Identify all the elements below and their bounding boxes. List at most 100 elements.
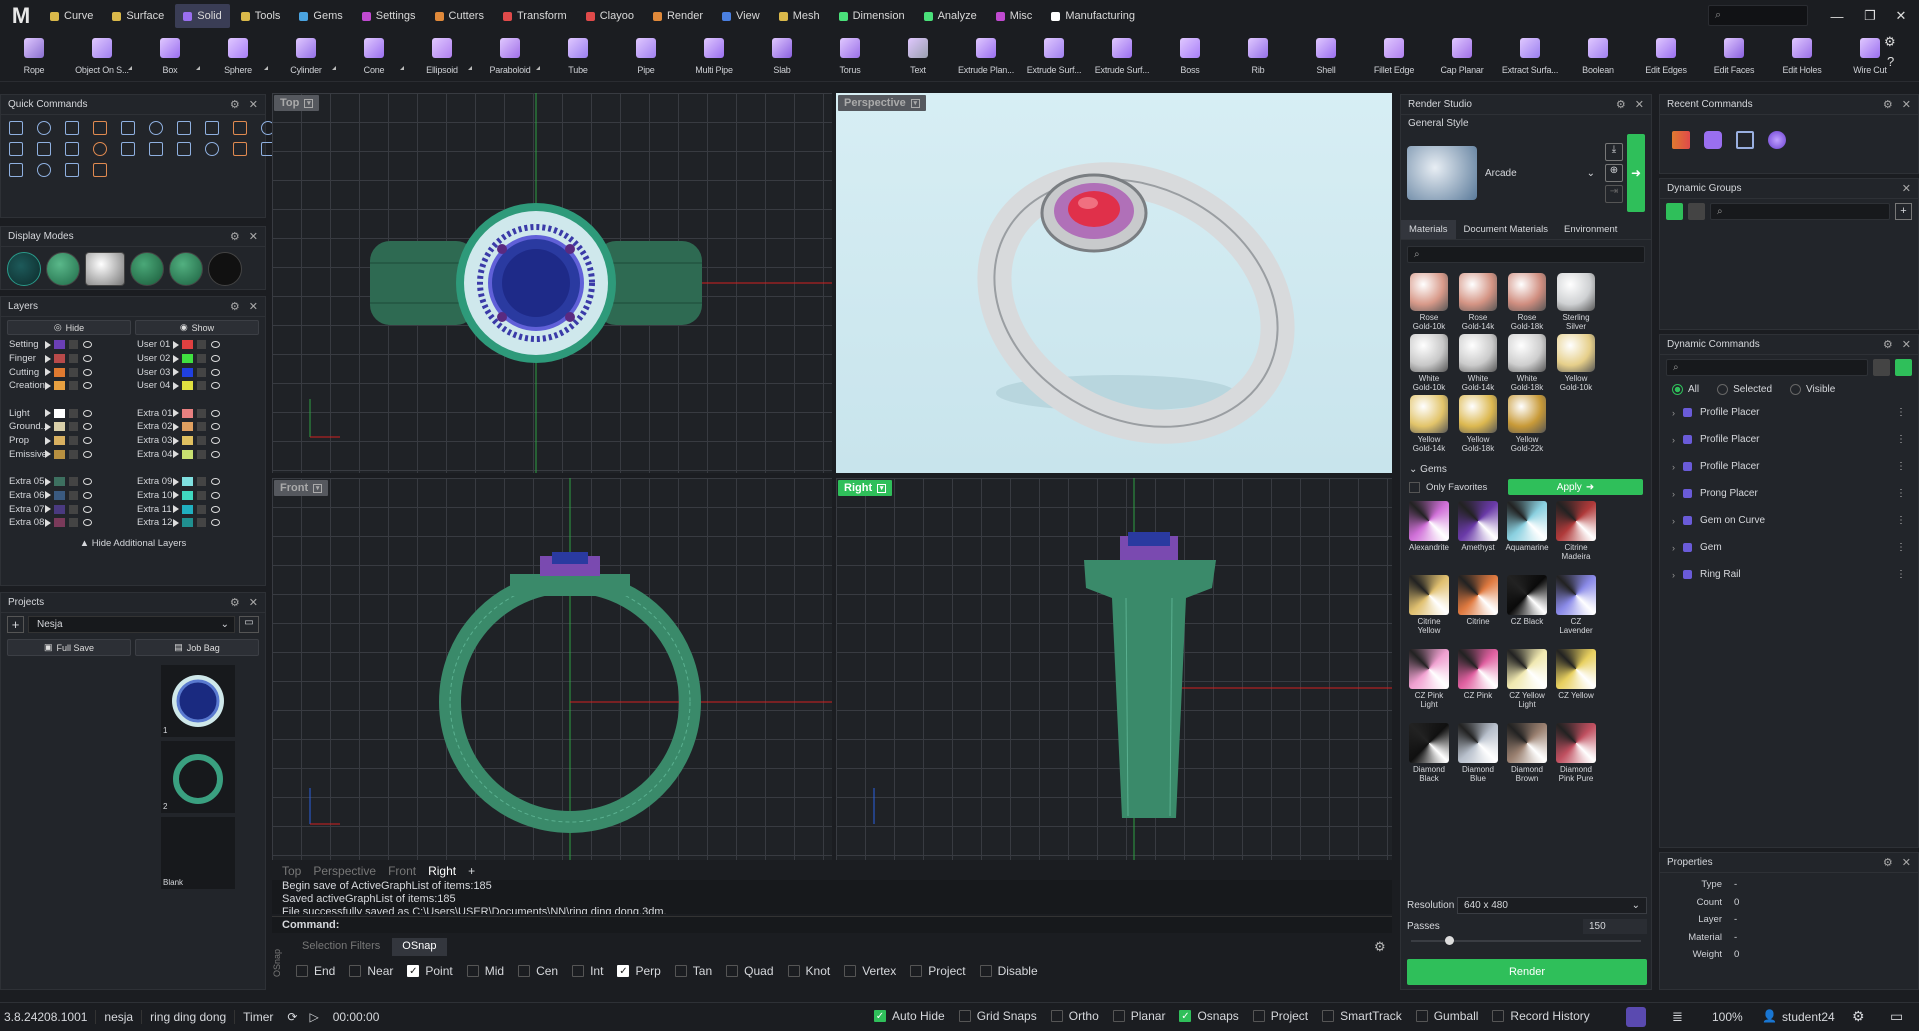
tool-cone[interactable]: Cone	[340, 32, 408, 82]
resolution-select[interactable]: 640 x 480 ⌄	[1457, 897, 1647, 914]
refresh-icon[interactable]: ⟳	[281, 1010, 303, 1024]
tab-document-materials[interactable]: Document Materials	[1456, 220, 1556, 239]
tool-extract-surfa-[interactable]: Extract Surfa...	[1496, 32, 1564, 82]
expand-arrow-icon[interactable]	[173, 381, 179, 390]
layer-row[interactable]: Light	[1, 406, 129, 420]
menu-misc[interactable]: Misc	[988, 4, 1041, 28]
osnap-settings-gear-icon[interactable]: ⚙	[1374, 939, 1386, 955]
layer-row[interactable]: Finger	[1, 352, 129, 366]
menu-curve[interactable]: Curve	[42, 4, 101, 28]
app-icon[interactable]	[1626, 1007, 1646, 1027]
more-vertical-icon[interactable]: ⋮	[1896, 515, 1906, 526]
osnap-near-checkbox[interactable]: Near	[349, 964, 393, 978]
lock-icon[interactable]	[197, 381, 206, 391]
materials-search-input[interactable]: ⌕	[1407, 246, 1645, 263]
material-swatch[interactable]: Rose Gold-14k	[1458, 273, 1498, 332]
eye-icon[interactable]	[83, 491, 92, 499]
gem-swatch[interactable]: CZ Pink Light	[1409, 649, 1449, 719]
full-save-button[interactable]: ▣ Full Save	[7, 639, 131, 656]
grid-view-icon[interactable]	[1688, 203, 1705, 220]
eye-icon[interactable]	[83, 409, 92, 417]
expand-arrow-icon[interactable]	[45, 354, 51, 363]
osnap-cen-checkbox[interactable]: Cen	[518, 964, 558, 978]
eye-icon[interactable]	[211, 437, 220, 445]
eye-icon[interactable]	[211, 368, 220, 376]
close-icon[interactable]: ✕	[249, 98, 258, 111]
filter-visible-radio[interactable]: Visible	[1790, 384, 1835, 395]
layer-row[interactable]: Extra 05	[1, 475, 129, 489]
material-swatch[interactable]: Yellow Gold-10k	[1556, 334, 1596, 393]
view-tab-right[interactable]: Right	[428, 864, 456, 878]
expand-arrow-icon[interactable]	[173, 505, 179, 514]
chevron-right-icon[interactable]: ›	[1672, 408, 1675, 418]
gear-icon[interactable]: ⚙	[230, 300, 240, 313]
style-select[interactable]: Arcade ⌄	[1481, 168, 1601, 179]
xray-mode-icon[interactable]	[169, 252, 203, 286]
gem-swatch[interactable]: Citrine	[1458, 575, 1498, 645]
eye-icon[interactable]	[83, 382, 92, 390]
layer-color-swatch[interactable]	[54, 354, 65, 364]
expand-arrow-icon[interactable]	[45, 518, 51, 527]
lock-icon[interactable]	[197, 477, 206, 487]
gem-swatch[interactable]: CZ Pink	[1458, 649, 1498, 719]
osnap-vertex-checkbox[interactable]: Vertex	[844, 964, 896, 978]
close-icon[interactable]: ✕	[1902, 182, 1911, 195]
layer-color-swatch[interactable]	[182, 436, 193, 446]
layer-row[interactable]: Extra 07	[1, 502, 129, 516]
ghosted-mode-icon[interactable]	[130, 252, 164, 286]
layer-color-swatch[interactable]	[54, 449, 65, 459]
quick-command-icon[interactable]	[9, 121, 23, 135]
osnap-mid-checkbox[interactable]: Mid	[466, 964, 504, 978]
user-icon[interactable]: 👤	[1762, 1009, 1777, 1023]
quick-command-icon[interactable]	[65, 163, 79, 177]
lock-icon[interactable]	[69, 477, 78, 487]
gem-swatch[interactable]: Diamond Pink Pure	[1556, 723, 1596, 793]
close-icon[interactable]: ✕	[1902, 856, 1911, 869]
dynamic-command-item[interactable]: › Profile Placer ⋮	[1660, 399, 1918, 426]
technical-mode-icon[interactable]	[208, 252, 242, 286]
tool-edit-edges[interactable]: Edit Edges	[1632, 32, 1700, 82]
gem-swatch[interactable]: Amethyst	[1458, 501, 1498, 571]
add-group-button[interactable]: +	[1895, 203, 1912, 220]
play-icon[interactable]: ▷	[303, 1010, 324, 1024]
toggle-smarttrack[interactable]: SmartTrack	[1322, 1009, 1402, 1023]
expand-arrow-icon[interactable]	[173, 436, 179, 445]
filter-all-radio[interactable]: All	[1672, 384, 1699, 395]
expand-arrow-icon[interactable]	[173, 368, 179, 377]
layer-color-swatch[interactable]	[182, 490, 193, 500]
layer-color-swatch[interactable]	[54, 422, 65, 432]
layer-color-swatch[interactable]	[182, 449, 193, 459]
flyout-arrow-icon[interactable]	[196, 66, 200, 70]
gem-swatch[interactable]: CZ Yellow Light	[1507, 649, 1547, 719]
lock-icon[interactable]	[197, 449, 206, 459]
more-vertical-icon[interactable]: ⋮	[1896, 461, 1906, 472]
tool-rib[interactable]: Rib	[1224, 32, 1292, 82]
layer-row[interactable]: Ground...	[1, 420, 129, 434]
dynamic-command-item[interactable]: › Prong Placer ⋮	[1660, 480, 1918, 507]
filter-selected-radio[interactable]: Selected	[1717, 384, 1772, 395]
eye-icon[interactable]	[83, 505, 92, 513]
toggle-gumball[interactable]: Gumball	[1415, 1009, 1478, 1023]
flyout-arrow-icon[interactable]	[332, 66, 336, 70]
layer-color-swatch[interactable]	[54, 490, 65, 500]
expand-arrow-icon[interactable]	[173, 354, 179, 363]
eye-icon[interactable]	[211, 382, 220, 390]
tool-object-on-s-[interactable]: Object On S...	[68, 32, 136, 82]
shaded-mode-icon[interactable]	[46, 252, 80, 286]
viewport-front[interactable]: Front ▾	[272, 478, 832, 860]
osnap-knot-checkbox[interactable]: Knot	[787, 964, 830, 978]
layer-row[interactable]: Emissive	[1, 448, 129, 462]
quick-command-icon[interactable]	[205, 121, 219, 135]
gear-icon[interactable]: ⚙	[1883, 338, 1893, 351]
lock-icon[interactable]	[69, 340, 78, 350]
menu-tools[interactable]: Tools	[233, 4, 289, 28]
gear-icon[interactable]: ⚙	[230, 596, 240, 609]
eye-icon[interactable]	[83, 519, 92, 527]
tool-text[interactable]: Text	[884, 32, 952, 82]
layer-color-swatch[interactable]	[54, 436, 65, 446]
dynamic-command-item[interactable]: › Profile Placer ⋮	[1660, 426, 1918, 453]
eye-icon[interactable]	[211, 505, 220, 513]
expand-arrow-icon[interactable]	[173, 477, 179, 486]
dynamic-command-item[interactable]: › Ring Rail ⋮	[1660, 561, 1918, 588]
material-swatch[interactable]: White Gold-10k	[1409, 334, 1449, 393]
